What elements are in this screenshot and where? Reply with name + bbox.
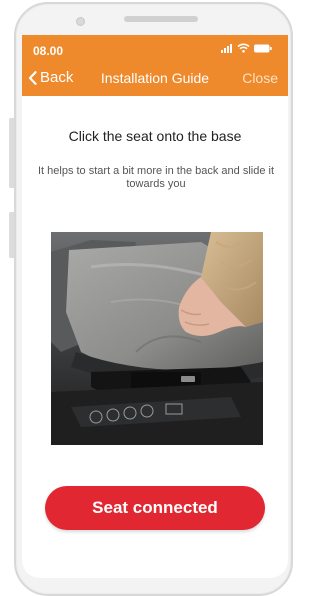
earpiece-speaker [124,16,198,22]
step-title: Click the seat onto the base [68,128,242,144]
power-button [9,212,14,258]
signal-icon [221,43,232,53]
battery-icon [254,44,272,52]
volume-button [9,118,14,188]
app-header: 08.00 Back Installation Guide Close [22,35,288,96]
step-description: It helps to start a bit more in the back… [37,165,274,190]
front-camera [76,17,85,26]
close-button[interactable]: Close [242,70,278,86]
status-icons [221,43,272,53]
app-screen: 08.00 Back Installation Guide Close Clic… [22,35,288,578]
car-seat-illustration [51,232,263,445]
wifi-icon [237,43,250,53]
installation-photo [51,232,263,445]
status-time: 08.00 [33,44,64,58]
seat-connected-button[interactable]: Seat connected [45,486,265,530]
